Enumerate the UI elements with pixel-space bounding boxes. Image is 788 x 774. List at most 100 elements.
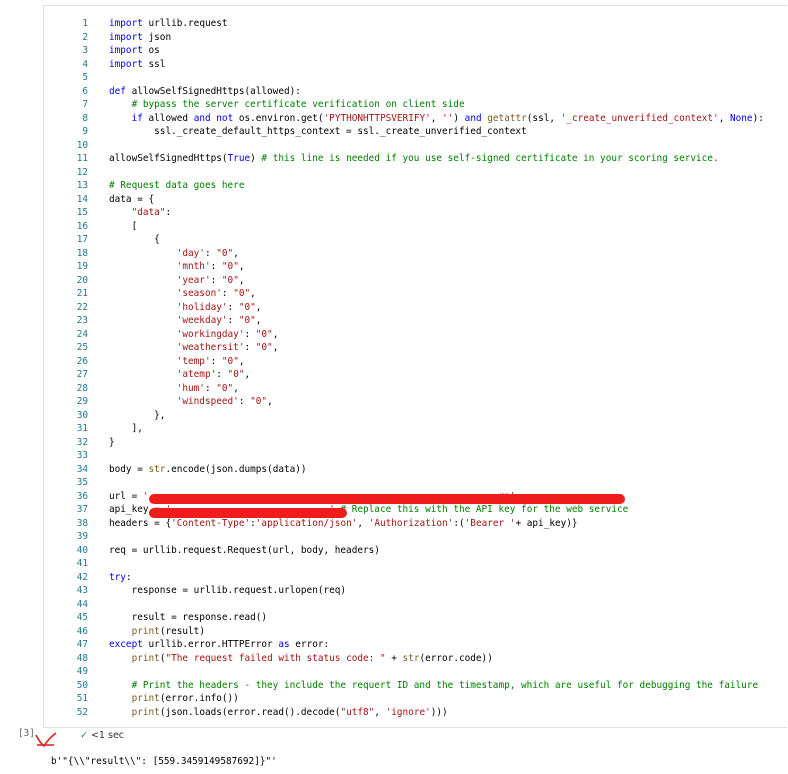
code-text[interactable]: try:	[109, 571, 132, 584]
code-text[interactable]: "data":	[109, 206, 172, 219]
code-text[interactable]: response = urllib.request.urlopen(req)	[109, 584, 347, 597]
code-line[interactable]: 43 response = urllib.request.urlopen(req…	[44, 584, 788, 597]
code-text[interactable]: print(result)	[109, 625, 205, 638]
line-number: 11	[76, 153, 88, 164]
code-line[interactable]: 52 print(json.loads(error.read().decode(…	[44, 706, 788, 719]
code-line[interactable]: 5	[44, 71, 788, 84]
code-text[interactable]: print(json.loads(error.read().decode("ut…	[109, 706, 448, 719]
code-text[interactable]: if allowed and not os.environ.get('PYTHO…	[109, 112, 764, 125]
code-text[interactable]: headers = {'Content-Type':'application/j…	[109, 517, 578, 530]
code-line[interactable]: 49	[44, 665, 788, 678]
code-line[interactable]: 31 ],	[44, 422, 788, 435]
code-line[interactable]: 20 'year': "0",	[44, 274, 788, 287]
code-line[interactable]: 30 },	[44, 409, 788, 422]
code-text[interactable]: 'year': "0",	[109, 274, 245, 287]
code-line[interactable]: 25 'weathersit': "0",	[44, 341, 788, 354]
code-line[interactable]: 48 print("The request failed with status…	[44, 652, 788, 665]
code-line[interactable]: 33	[44, 449, 788, 462]
code-line[interactable]: 9 ssl._create_default_https_context = ss…	[44, 125, 788, 138]
code-line[interactable]: 38 headers = {'Content-Type':'application…	[44, 517, 788, 530]
code-line[interactable]: 22 'holiday': "0",	[44, 301, 788, 314]
code-text[interactable]: 'weathersit': "0",	[109, 341, 279, 354]
code-text[interactable]: allowSelfSignedHttps(True) # this line i…	[109, 152, 719, 165]
code-line[interactable]: 15 "data":	[44, 206, 788, 219]
code-text[interactable]: result = response.read()	[109, 611, 267, 624]
code-line[interactable]: 12	[44, 166, 788, 179]
cell-output[interactable]: b'"{\\"result\\": [559.3459149587692]}"'	[51, 756, 277, 767]
code-line[interactable]: 26 'temp': "0",	[44, 355, 788, 368]
code-text[interactable]: 'atemp': "0",	[109, 368, 250, 381]
code-line[interactable]: 32}	[44, 436, 788, 449]
code-line[interactable]: 19 'mnth': "0",	[44, 260, 788, 273]
code-text[interactable]: import ssl	[109, 58, 165, 71]
code-text[interactable]: print("The request failed with status co…	[109, 652, 493, 665]
code-line[interactable]: 11 allowSelfSignedHttps(True) # this line…	[44, 152, 788, 165]
code-line[interactable]: 39	[44, 530, 788, 543]
code-text[interactable]: 'temp': "0",	[109, 355, 245, 368]
line-number: 32	[76, 436, 88, 448]
code-line[interactable]: 6 def allowSelfSignedHttps(allowed):	[44, 85, 788, 98]
code-text[interactable]: 'hum': "0",	[109, 382, 239, 395]
code-line[interactable]: 7 # bypass the server certificate verifi…	[44, 98, 788, 111]
code-line[interactable]: 4 import ssl	[44, 58, 788, 71]
code-line[interactable]: 23 'weekday': "0",	[44, 314, 788, 327]
code-text[interactable]: 'windspeed': "0",	[109, 395, 273, 408]
code-line[interactable]: 13 # Request data goes here	[44, 179, 788, 192]
code-line[interactable]: 29 'windspeed': "0",	[44, 395, 788, 408]
line-number: 43	[76, 585, 88, 596]
code-text[interactable]: },	[109, 409, 165, 422]
line-number: 31	[76, 423, 88, 434]
code-text[interactable]: }	[109, 436, 115, 449]
code-line[interactable]: 47 except urllib.error.HTTPError as error…	[44, 638, 788, 651]
code-line[interactable]: 18 'day': "0",	[44, 247, 788, 260]
code-line[interactable]: 45 result = response.read()	[44, 611, 788, 624]
code-text[interactable]: # Request data goes here	[109, 179, 244, 192]
code-line[interactable]: 17 {	[44, 233, 788, 246]
code-line[interactable]: 28 'hum': "0",	[44, 382, 788, 395]
line-number: 14	[76, 193, 88, 205]
code-line[interactable]: 8 if allowed and not os.environ.get('PYT…	[44, 112, 788, 125]
code-line[interactable]: 2 import json	[44, 31, 788, 44]
code-line[interactable]: 27 'atemp': "0",	[44, 368, 788, 381]
code-line[interactable]: 44	[44, 598, 788, 611]
code-text[interactable]: def allowSelfSignedHttps(allowed):	[109, 85, 301, 98]
code-line[interactable]: 21 'season': "0",	[44, 287, 788, 300]
code-text[interactable]: ],	[109, 422, 143, 435]
code-text[interactable]: ssl._create_default_https_context = ssl.…	[109, 125, 527, 138]
code-text[interactable]: import os	[109, 44, 160, 57]
code-line[interactable]: 16 [	[44, 220, 788, 233]
code-text[interactable]: except urllib.error.HTTPError as error:	[109, 638, 329, 651]
code-line[interactable]: 46 print(result)	[44, 625, 788, 638]
code-text[interactable]: print(error.info())	[109, 692, 239, 705]
code-text[interactable]: # Print the headers - they include the r…	[109, 679, 759, 692]
code-text[interactable]: req = urllib.request.Request(url, body, …	[109, 544, 380, 557]
code-line[interactable]: 10	[44, 139, 788, 152]
code-text[interactable]: {	[109, 233, 160, 246]
code-line[interactable]: 41	[44, 557, 788, 570]
line-number: 25	[76, 342, 88, 353]
code-text[interactable]: # bypass the server certificate verifica…	[109, 98, 465, 111]
code-line[interactable]: 51 print(error.info())	[44, 692, 788, 705]
code-line[interactable]: 50 # Print the headers - they include th…	[44, 679, 788, 692]
code-text[interactable]: import urllib.request	[109, 17, 228, 30]
code-line[interactable]: 42 try:	[44, 571, 788, 584]
code-text[interactable]: import json	[109, 31, 171, 44]
code-cell[interactable]: 1 import urllib.request 2 import json 3 impor…	[43, 5, 787, 728]
code-text[interactable]: 'day': "0",	[109, 247, 239, 260]
code-line[interactable]: 3 import os	[44, 44, 788, 57]
code-text[interactable]: 'holiday': "0",	[109, 301, 262, 314]
code-text[interactable]: [	[109, 220, 138, 233]
code-text[interactable]: 'season': "0",	[109, 287, 256, 300]
code-text[interactable]: 'weekday': "0",	[109, 314, 262, 327]
code-text[interactable]: 'mnth': "0",	[109, 260, 245, 273]
code-text[interactable]: 'workingday': "0",	[109, 328, 279, 341]
code-text[interactable]: data = {	[109, 193, 154, 206]
code-text[interactable]: body = str.encode(json.dumps(data))	[109, 463, 307, 476]
code-line[interactable]: 24 'workingday': "0",	[44, 328, 788, 341]
code-line[interactable]: 34 body = str.encode(json.dumps(data))	[44, 463, 788, 476]
code-line[interactable]: 35	[44, 476, 788, 489]
code-line[interactable]: 40 req = urllib.request.Request(url, body…	[44, 544, 788, 557]
line-number: 19	[76, 261, 88, 272]
code-line[interactable]: 14 data = {	[44, 193, 788, 206]
code-line[interactable]: 1 import urllib.request	[44, 17, 788, 30]
